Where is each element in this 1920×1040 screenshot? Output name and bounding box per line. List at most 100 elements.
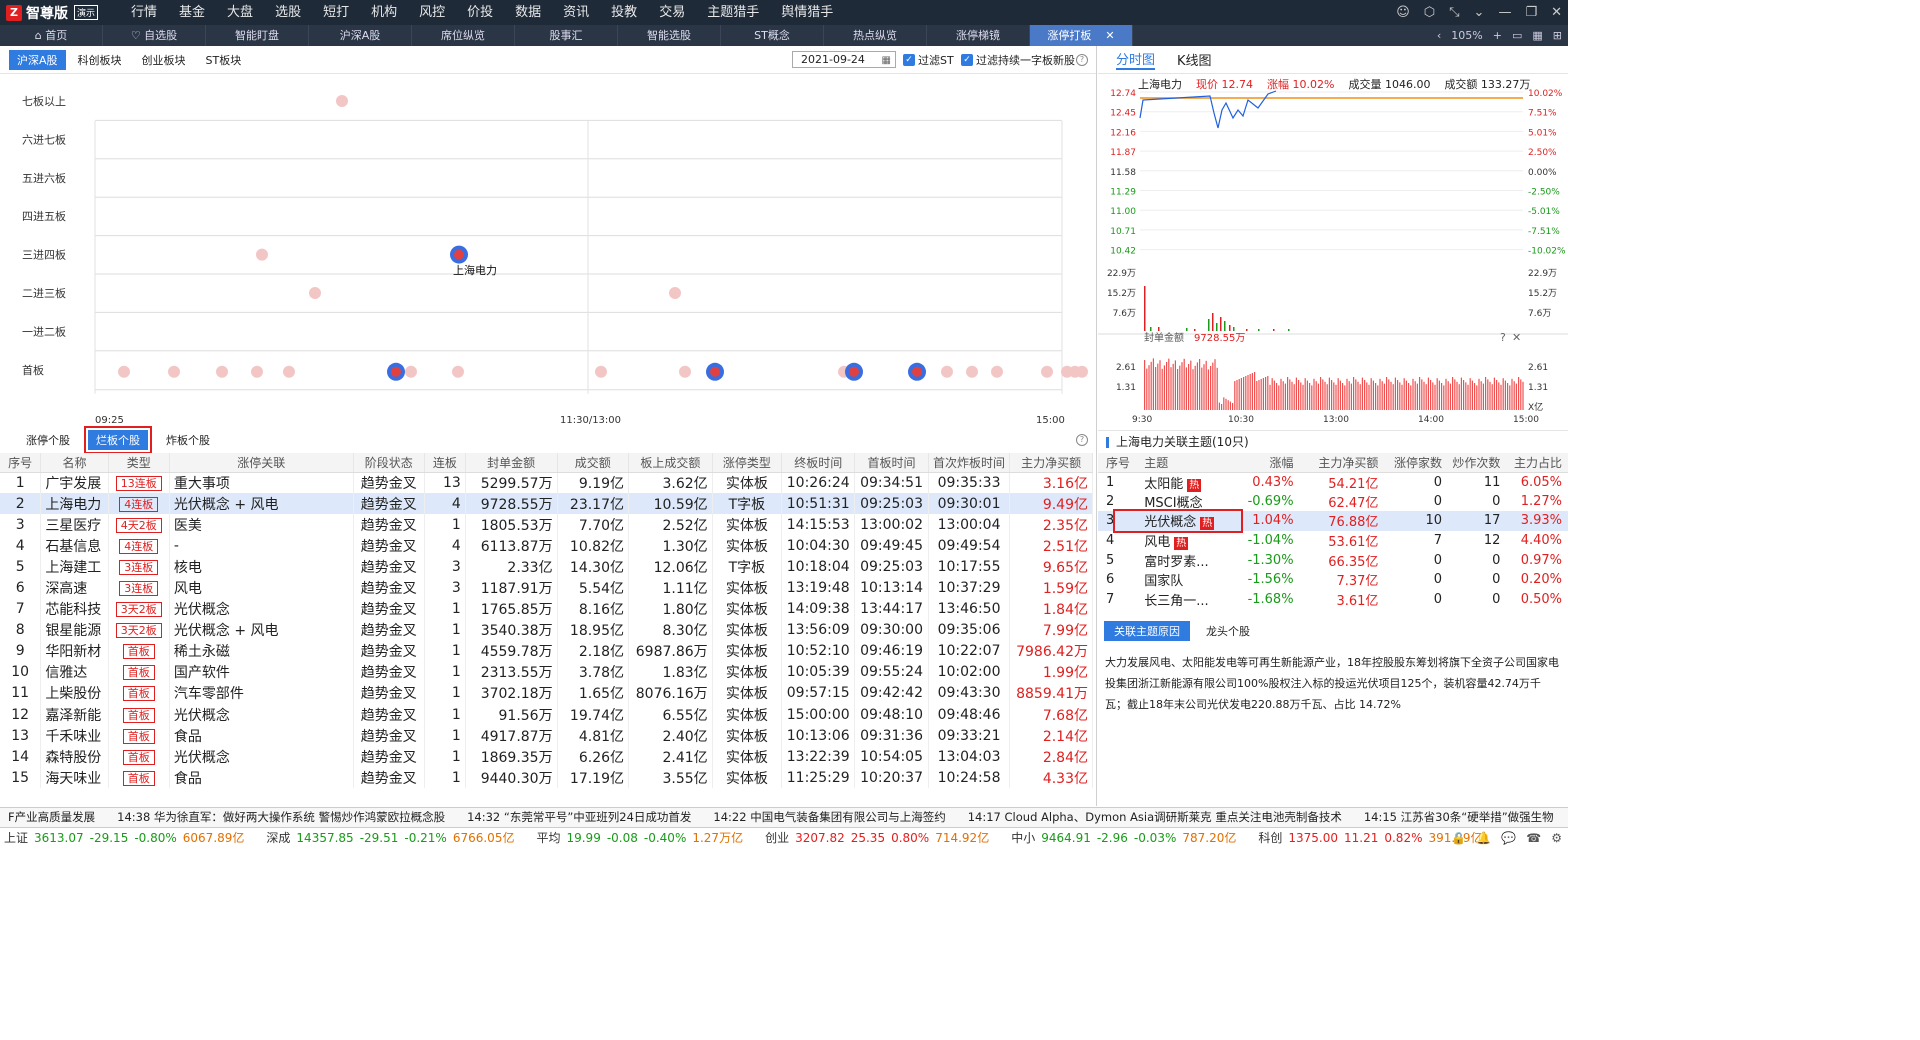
- index-item[interactable]: 科创 1375.00 11.21 0.82% 391.89亿: [1258, 828, 1482, 849]
- column-header[interactable]: 涨停关联: [169, 453, 354, 473]
- column-header[interactable]: 主题: [1136, 453, 1226, 473]
- settings-icon[interactable]: ⬡: [1424, 5, 1435, 20]
- tab-leader-stocks[interactable]: 龙头个股: [1200, 621, 1256, 641]
- market-tab[interactable]: 创业板块: [134, 50, 194, 70]
- stock-type-tab[interactable]: 烂板个股: [84, 426, 152, 454]
- tab-theme-reason[interactable]: 关联主题原因: [1104, 621, 1190, 641]
- column-header[interactable]: 主力净买额: [1009, 453, 1093, 473]
- stock-point[interactable]: [283, 365, 295, 378]
- chevron-down-icon[interactable]: ⌄: [1474, 5, 1485, 20]
- menu-item[interactable]: 价投: [456, 0, 504, 25]
- filter-new-checkbox[interactable]: ✓ 过滤持续一字板新股: [961, 52, 1075, 68]
- table-row[interactable]: 15 海天味业 首板 食品 趋势金叉 1 9440.30万 17.19亿 3.55亿 实体板 11:…: [0, 767, 1093, 789]
- market-tab[interactable]: ST板块: [198, 50, 250, 70]
- table-row[interactable]: 6 国家队 -1.56% 7.37亿 0 0 0.20%: [1098, 570, 1568, 590]
- menu-item[interactable]: 主题猎手: [696, 0, 770, 25]
- stock-point[interactable]: [669, 287, 681, 299]
- column-header[interactable]: 终板时间: [781, 453, 856, 473]
- stock-point[interactable]: [405, 365, 417, 378]
- close-icon[interactable]: ✕: [1105, 29, 1114, 42]
- column-header[interactable]: 首板时间: [854, 453, 929, 473]
- table-row[interactable]: 3 三星医疗 4天2板 医美 趋势金叉 1 1805.53万 7.70亿 2.52亿 实体板 14:…: [0, 514, 1093, 536]
- stock-type-tab[interactable]: 涨停个股: [18, 430, 78, 450]
- tab-item[interactable]: ⌂ 首页: [0, 25, 103, 46]
- table-row[interactable]: 7 长三角一... -1.68% 3.61亿 0 0 0.50%: [1098, 590, 1568, 610]
- table-row[interactable]: 1 太阳能热 0.43% 54.21亿 0 11 6.05%: [1098, 472, 1568, 492]
- table-row[interactable]: 13 千禾味业 首板 食品 趋势金叉 1 4917.87万 4.81亿 2.40亿 实体板 10:1…: [0, 725, 1093, 747]
- menu-item[interactable]: 舆情猎手: [770, 0, 844, 25]
- lock-icon[interactable]: 🔒: [1451, 828, 1466, 849]
- monitor-icon[interactable]: ▭: [1512, 29, 1522, 42]
- menu-item[interactable]: 选股: [264, 0, 312, 25]
- table-row[interactable]: 1 广宇发展 13连板 重大事项 趋势金叉 13 5299.57万 9.19亿 3.62亿 实体板…: [0, 472, 1093, 494]
- filter-st-checkbox[interactable]: ✓ 过滤ST: [903, 52, 954, 68]
- column-header[interactable]: 序号: [0, 453, 42, 473]
- calendar-icon[interactable]: ▦: [882, 53, 891, 68]
- stock-point[interactable]: [941, 365, 953, 378]
- table-row[interactable]: 14 森特股份 首板 光伏概念 趋势金叉 1 1869.35万 6.26亿 2.41亿 实体板 13…: [0, 746, 1093, 768]
- tab-item[interactable]: 智能盯盘: [206, 25, 309, 46]
- column-header[interactable]: 类型: [108, 453, 170, 473]
- stock-point[interactable]: [595, 365, 607, 378]
- table-row[interactable]: 12 嘉泽新能 首板 光伏概念 趋势金叉 1 91.56万 19.74亿 6.55亿 实体板 15:…: [0, 704, 1093, 726]
- grid-icon[interactable]: ⊞: [1553, 29, 1562, 42]
- column-header[interactable]: 涨幅: [1225, 453, 1300, 473]
- stock-point[interactable]: [966, 365, 978, 378]
- index-item[interactable]: 深成 14357.85 -29.51 -0.21% 6766.05亿: [266, 828, 514, 849]
- table-row[interactable]: 10 信雅达 首板 国产软件 趋势金叉 1 2313.55万 3.78亿 1.83亿 实体板 10:…: [0, 661, 1093, 683]
- tab-item[interactable]: ♡ 自选股: [103, 25, 206, 46]
- news-item[interactable]: 14:15 江苏省30条“硬举措”做强生物: [1364, 808, 1554, 827]
- menu-item[interactable]: 基金: [168, 0, 216, 25]
- stock-point[interactable]: [1041, 365, 1053, 378]
- close-icon[interactable]: ✕: [1551, 5, 1562, 20]
- index-item[interactable]: 上证 3613.07 -29.15 -0.80% 6067.89亿: [4, 828, 244, 849]
- layout-icon[interactable]: ▦: [1532, 29, 1542, 42]
- menu-item[interactable]: 风控: [408, 0, 456, 25]
- stock-point[interactable]: [256, 248, 268, 261]
- market-tab[interactable]: 科创板块: [70, 50, 130, 70]
- menu-item[interactable]: 交易: [648, 0, 696, 25]
- stock-point[interactable]: [251, 365, 263, 378]
- menu-item[interactable]: 短打: [312, 0, 360, 25]
- stock-point[interactable]: [452, 365, 464, 378]
- phone-icon[interactable]: ☎: [1526, 828, 1541, 849]
- tab-item[interactable]: 沪深A股: [309, 25, 412, 46]
- table-row[interactable]: 11 上柴股份 首板 汽车零部件 趋势金叉 1 3702.18万 1.65亿 8076.16万实…: [0, 682, 1093, 705]
- column-header[interactable]: 主力占比: [1506, 453, 1568, 473]
- table-row[interactable]: 4 石基信息 4连板 - 趋势金叉 4 6113.87万 10.82亿 1.30亿 实体板 10:0…: [0, 535, 1093, 557]
- table-row[interactable]: 6 深高速 3连板 风电 趋势金叉 3 1187.91万 5.54亿 1.11亿 实体板 13:19…: [0, 577, 1093, 599]
- help-icon[interactable]: ?: [1500, 331, 1506, 344]
- menu-item[interactable]: 行情: [120, 0, 168, 25]
- stock-point[interactable]: [1076, 365, 1088, 378]
- prev-icon[interactable]: ‹: [1437, 29, 1441, 42]
- column-header[interactable]: 板上成交额: [628, 453, 713, 473]
- index-item[interactable]: 平均 19.99 -0.08 -0.40% 1.27万亿: [536, 828, 743, 849]
- shrink-icon[interactable]: ⤡: [1449, 5, 1459, 20]
- chart-tab[interactable]: 分时图: [1116, 49, 1156, 70]
- news-item[interactable]: 14:17 Cloud Alpha、Dymon Asia调研斯莱克 重点关注电池…: [968, 808, 1342, 827]
- index-item[interactable]: 创业 3207.82 25.35 0.80% 714.92亿: [765, 828, 989, 849]
- tab-item[interactable]: 智能选股: [618, 25, 721, 46]
- column-header[interactable]: 涨停家数: [1384, 453, 1449, 473]
- stock-point[interactable]: [216, 365, 228, 378]
- gear-icon[interactable]: ⚙: [1551, 828, 1562, 849]
- zoom-in-icon[interactable]: +: [1493, 29, 1502, 42]
- stock-type-tab[interactable]: 炸板个股: [158, 430, 218, 450]
- help-icon[interactable]: ?: [1076, 54, 1088, 66]
- news-item[interactable]: 14:38 华为徐直军：做好两大操作系统 警惕炒作鸿蒙欧拉概念股: [117, 808, 445, 827]
- menu-item[interactable]: 机构: [360, 0, 408, 25]
- column-header[interactable]: 连板: [424, 453, 466, 473]
- stock-point[interactable]: [168, 365, 180, 378]
- user-icon[interactable]: ☺: [1396, 5, 1410, 20]
- table-row[interactable]: 5 上海建工 3连板 核电 趋势金叉 3 2.33亿 14.30亿 12.06亿 T字板 10:18…: [0, 556, 1093, 578]
- news-item[interactable]: 14:32 “东莞常平号”中亚班列24日成功首发: [467, 808, 691, 827]
- column-header[interactable]: 主力净买额: [1299, 453, 1385, 473]
- stock-point[interactable]: [309, 287, 321, 299]
- news-item[interactable]: F产业高质量发展: [8, 808, 95, 827]
- column-header[interactable]: 名称: [40, 453, 109, 473]
- market-tab[interactable]: 沪深A股: [9, 49, 66, 70]
- stock-point[interactable]: [118, 365, 130, 378]
- table-row[interactable]: 2 上海电力 4连板 光伏概念 + 风电 趋势金叉 4 9728.55万 23.17亿 10.5…: [0, 493, 1093, 515]
- column-header[interactable]: 阶段状态: [353, 453, 425, 473]
- help-icon[interactable]: ?: [1076, 434, 1088, 446]
